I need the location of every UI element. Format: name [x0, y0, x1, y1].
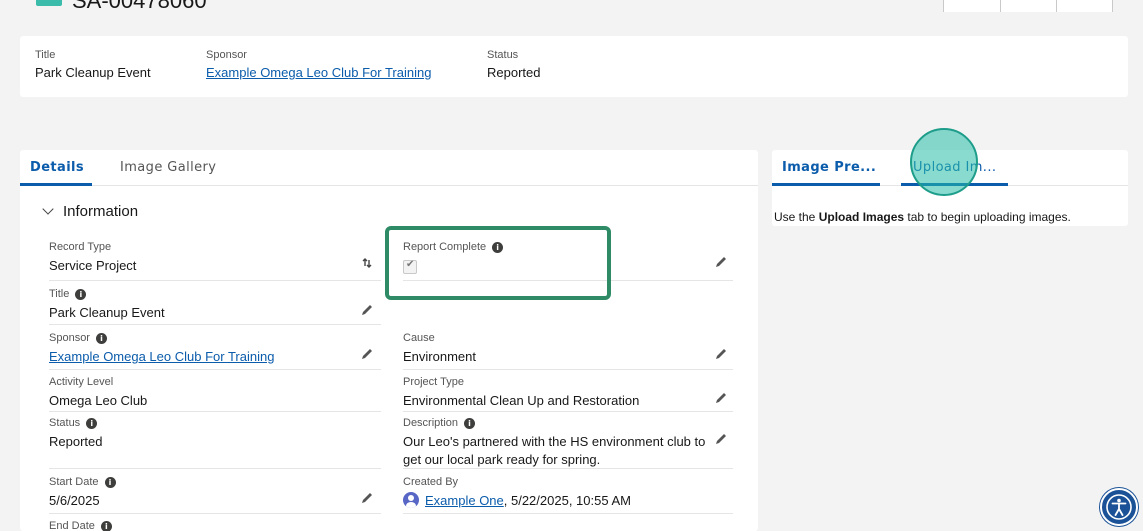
field-label: Cause — [403, 332, 435, 344]
info-icon[interactable]: i — [104, 476, 116, 488]
field-value: Environment — [403, 349, 476, 364]
field-label: Title — [49, 288, 70, 300]
upload-instructions: Use the Upload Images tab to begin uploa… — [774, 210, 1071, 224]
info-icon[interactable]: i — [95, 332, 107, 344]
field-label: End Date — [49, 520, 95, 531]
record-header-strip: SA-00478060 — [0, 0, 1143, 12]
highlight-status: Status Reported — [487, 48, 540, 82]
field-label: Status — [49, 417, 81, 429]
pencil-icon[interactable] — [714, 347, 728, 361]
field-value: Park Cleanup Event — [49, 305, 165, 320]
tab-image-preview-underline — [772, 183, 880, 186]
info-icon[interactable]: i — [464, 417, 476, 429]
highlight-status-label: Status — [487, 49, 519, 61]
info-icon[interactable]: i — [86, 417, 98, 429]
tab-details[interactable]: Details — [30, 160, 84, 175]
field-start-date: Start Date i 5/6/2025 — [49, 475, 116, 510]
accessibility-button[interactable] — [1100, 488, 1138, 526]
highlight-title-value: Park Cleanup Event — [35, 65, 151, 80]
info-icon[interactable]: i — [100, 520, 112, 531]
field-description: Description i Our Leo's partnered with th… — [403, 416, 705, 469]
field-title: Title i Park Cleanup Event — [49, 287, 165, 322]
pencil-icon[interactable] — [714, 391, 728, 405]
field-value: Reported — [49, 434, 103, 449]
field-value: Omega Leo Club — [49, 393, 148, 408]
field-value-line2: get our local park ready for spring. — [403, 452, 601, 467]
field-label: Sponsor — [49, 332, 90, 344]
field-record-type: Record Type Service Project — [49, 240, 136, 275]
details-tabs: Details Image Gallery — [20, 150, 758, 186]
field-created-by: Created By Example One, 5/22/2025, 10:55… — [403, 475, 631, 510]
reorder-icon[interactable] — [360, 256, 374, 270]
highlights-panel: Title Park Cleanup Event Sponsor Example… — [20, 36, 1128, 97]
field-value-line1: Our Leo's partnered with the HS environm… — [403, 434, 706, 449]
field-value: Service Project — [49, 258, 137, 273]
header-button-group[interactable] — [943, 0, 1113, 12]
info-icon[interactable]: i — [75, 288, 87, 300]
tab-details-underline — [20, 183, 92, 186]
created-by-timestamp: , 5/22/2025, 10:55 AM — [503, 493, 631, 508]
pencil-icon[interactable] — [360, 303, 374, 317]
field-label: Start Date — [49, 476, 99, 488]
chevron-down-icon — [42, 203, 54, 215]
field-project-type: Project Type Environmental Clean Up and … — [403, 375, 639, 410]
pencil-icon[interactable] — [714, 255, 728, 269]
field-label: Project Type — [403, 376, 464, 388]
section-title: Information — [63, 203, 139, 220]
click-indicator — [910, 128, 978, 196]
pencil-icon[interactable] — [714, 432, 728, 446]
field-value: 5/6/2025 — [49, 493, 100, 508]
highlight-status-value: Reported — [487, 65, 541, 80]
field-label: Description — [403, 417, 459, 429]
sponsor-link[interactable]: Example Omega Leo Club For Training — [49, 348, 274, 366]
field-end-date: End Date i — [49, 519, 112, 531]
field-label: Record Type — [49, 241, 112, 253]
accessibility-icon — [1106, 494, 1132, 520]
pencil-icon[interactable] — [360, 347, 374, 361]
highlight-title-label: Title — [35, 49, 56, 61]
field-label: Activity Level — [49, 376, 114, 388]
record-type-icon — [36, 0, 62, 6]
highlight-sponsor-label: Sponsor — [206, 49, 247, 61]
highlight-annotation-box — [385, 226, 611, 300]
field-label: Created By — [403, 476, 459, 488]
field-status: Status i Reported — [49, 416, 102, 451]
pencil-icon[interactable] — [360, 491, 374, 505]
tab-image-preview[interactable]: Image Pre... — [782, 160, 876, 175]
record-number: SA-00478060 — [72, 0, 207, 12]
field-cause: Cause Environment — [403, 331, 476, 366]
highlight-sponsor-link[interactable]: Example Omega Leo Club For Training — [206, 64, 431, 82]
field-sponsor: Sponsor i Example Omega Leo Club For Trai… — [49, 331, 274, 366]
user-avatar-icon — [403, 492, 419, 508]
field-activity-level: Activity Level Omega Leo Club — [49, 375, 147, 410]
field-value: Environmental Clean Up and Restoration — [403, 393, 640, 408]
details-panel: Details Image Gallery Information Record… — [20, 150, 758, 531]
highlight-title: Title Park Cleanup Event — [35, 48, 151, 82]
information-section-toggle[interactable]: Information — [42, 203, 139, 220]
tab-image-gallery[interactable]: Image Gallery — [120, 160, 216, 175]
created-by-user-link[interactable]: Example One — [425, 493, 504, 508]
highlight-sponsor: Sponsor Example Omega Leo Club For Train… — [206, 48, 431, 82]
